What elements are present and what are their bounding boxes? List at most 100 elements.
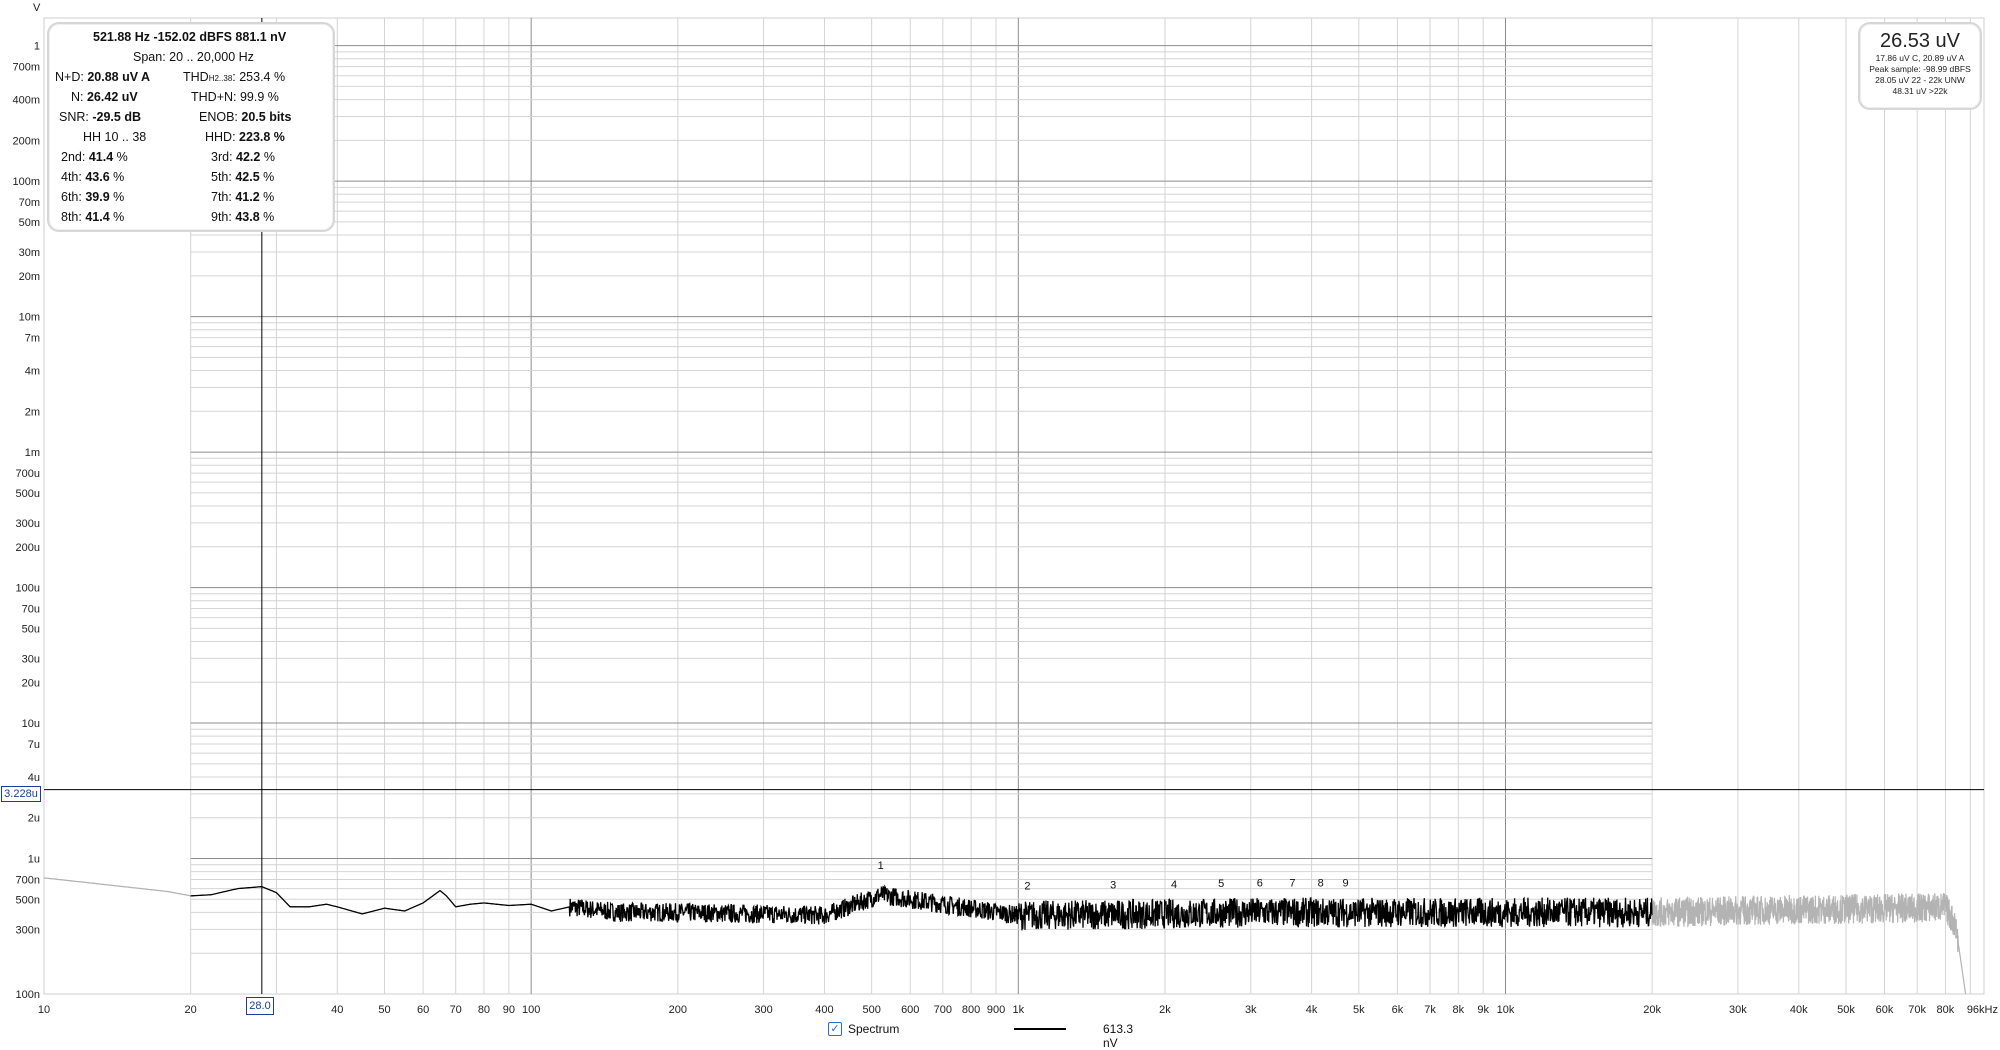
harmonic-marker: 4 xyxy=(1171,879,1177,891)
y-tick-label: 500n xyxy=(16,894,40,906)
legend-series-label: Spectrum xyxy=(848,1022,900,1036)
x-tick-label: 8k xyxy=(1452,1004,1464,1016)
y-tick-label: 4m xyxy=(25,366,40,378)
harmonic-stat: 2nd: 41.4 % xyxy=(61,150,128,164)
x-tick-label: 60 xyxy=(417,1004,429,1016)
hh-range: HH 10 .. 38 xyxy=(83,130,147,144)
level-weighted: 17.86 uV C, 20.89 uV A xyxy=(1875,53,1965,63)
y-tick-label: 2u xyxy=(28,813,40,825)
x-tick-label: 9k xyxy=(1477,1004,1489,1016)
y-tick-label: 2m xyxy=(25,406,40,418)
y-tick-label: 1m xyxy=(25,447,40,459)
y-tick-label: 1 xyxy=(34,41,40,53)
level-readout-panel[interactable]: 26.53 uV 17.86 uV C, 20.89 uV A Peak sam… xyxy=(1858,22,1982,110)
legend-series-value: 613.3 nV xyxy=(1103,1022,1134,1050)
x-tick-label: 96kHz xyxy=(1967,1004,1998,1016)
spectrum-trace-above-span xyxy=(1651,892,1967,995)
x-tick-label: 40k xyxy=(1790,1004,1808,1016)
x-tick-label: 60k xyxy=(1876,1004,1894,1016)
y-tick-label: 300u xyxy=(16,518,40,530)
harmonic-stat: 8th: 41.4 % xyxy=(61,210,125,224)
n-stat: N: 26.42 uV xyxy=(71,90,138,104)
harmonic-marker: 7 xyxy=(1289,878,1295,890)
x-tick-label: 70k xyxy=(1908,1004,1926,1016)
y-tick-label: 20u xyxy=(22,677,40,689)
thd-stat: THDH2..38: 253.4 % xyxy=(183,70,286,84)
level-value: 26.53 uV xyxy=(1879,30,1961,52)
x-tick-label: 800 xyxy=(962,1004,980,1016)
spectrum-trace-below-span xyxy=(43,877,191,897)
x-tick-label: 5k xyxy=(1353,1004,1365,1016)
x-tick-label: 700 xyxy=(934,1004,952,1016)
y-tick-label: 30u xyxy=(22,653,40,665)
cursor-x-readout[interactable]: 28.0 xyxy=(246,997,274,1015)
spectrum-visibility-checkbox[interactable]: ✓ xyxy=(828,1022,842,1036)
cursor-readout: 521.88 Hz -152.02 dBFS 881.1 nV xyxy=(93,30,287,44)
harmonic-marker: 8 xyxy=(1318,878,1324,890)
y-tick-label: 10m xyxy=(19,312,40,324)
y-tick-label: 500u xyxy=(16,488,40,500)
x-tick-label: 7k xyxy=(1424,1004,1436,1016)
x-tick-label: 10 xyxy=(38,1004,50,1016)
x-tick-label: 20 xyxy=(185,1004,197,1016)
x-tick-label: 600 xyxy=(901,1004,919,1016)
harmonic-stat: 7th: 41.2 % xyxy=(211,190,275,204)
y-tick-label: 10u xyxy=(22,718,40,730)
x-tick-label: 70 xyxy=(450,1004,462,1016)
x-tick-label: 4k xyxy=(1306,1004,1318,1016)
y-tick-label: 7u xyxy=(28,739,40,751)
legend-series-swatch xyxy=(1014,1028,1066,1030)
x-tick-label: 40 xyxy=(331,1004,343,1016)
y-tick-label: 100m xyxy=(12,176,40,188)
x-tick-label: 20k xyxy=(1643,1004,1661,1016)
y-tick-label: 70m xyxy=(19,197,40,209)
y-tick-label: 200u xyxy=(16,542,40,554)
level-unweighted: 28.05 uV 22 - 22k UNW xyxy=(1875,75,1965,85)
x-tick-label: 50 xyxy=(378,1004,390,1016)
harmonic-marker: 5 xyxy=(1218,878,1224,890)
y-tick-label: 400m xyxy=(12,95,40,107)
y-units-label: V xyxy=(33,2,41,14)
x-tick-label: 30k xyxy=(1729,1004,1747,1016)
x-tick-label: 80k xyxy=(1937,1004,1955,1016)
x-tick-label: 50k xyxy=(1837,1004,1855,1016)
harmonic-marker: 1 xyxy=(878,860,884,872)
x-tick-label: 400 xyxy=(815,1004,833,1016)
y-tick-label: 100n xyxy=(16,989,40,1001)
y-tick-label: 20m xyxy=(19,271,40,283)
measurement-stats-panel[interactable]: 521.88 Hz -152.02 dBFS 881.1 nV Span: 20… xyxy=(47,22,335,232)
hhd-stat: HHD: 223.8 % xyxy=(205,130,285,144)
x-tick-label: 200 xyxy=(669,1004,687,1016)
y-tick-label: 30m xyxy=(19,247,40,259)
spectrum-analyzer-view: 10 20 40 50 60 70 80 90 100 200 300 400 500 600 700 800… xyxy=(0,0,2000,1050)
y-tick-label: 50m xyxy=(19,217,40,229)
y-tick-label: 50u xyxy=(22,623,40,635)
y-tick-label: 300n xyxy=(16,924,40,936)
y-tick-label: 70u xyxy=(22,604,40,616)
y-tick-label: 4u xyxy=(28,772,40,784)
harmonic-stat: 5th: 42.5 % xyxy=(211,170,275,184)
y-tick-label: 7m xyxy=(25,333,40,345)
x-tick-label: 3k xyxy=(1245,1004,1257,1016)
y-tick-label: 700m xyxy=(12,62,40,74)
harmonic-stat: 6th: 39.9 % xyxy=(61,190,125,204)
thdn-stat: THD+N: 99.9 % xyxy=(191,90,279,104)
x-tick-label: 900 xyxy=(987,1004,1005,1016)
nd-stat: N+D: 20.88 uV A xyxy=(55,70,151,84)
span-readout: Span: 20 .. 20,000 Hz xyxy=(133,50,254,64)
harmonic-marker: 2 xyxy=(1024,881,1030,893)
level-above-22k: 48.31 uV >22k xyxy=(1892,86,1948,96)
spectrum-trace xyxy=(190,884,1653,931)
x-tick-label: 300 xyxy=(754,1004,772,1016)
y-tick-label: 200m xyxy=(12,135,40,147)
harmonic-marker: 9 xyxy=(1343,878,1349,890)
harmonic-stat: 9th: 43.8 % xyxy=(211,210,275,224)
cursor-y-readout[interactable]: 3.228u xyxy=(1,786,41,802)
harmonic-marker: 6 xyxy=(1257,878,1263,890)
x-tick-label: 2k xyxy=(1159,1004,1171,1016)
y-tick-label: 100u xyxy=(16,583,40,595)
harmonic-marker: 3 xyxy=(1110,880,1116,892)
enob-stat: ENOB: 20.5 bits xyxy=(199,110,292,124)
y-tick-label: 1u xyxy=(28,854,40,866)
x-tick-label: 10k xyxy=(1497,1004,1515,1016)
